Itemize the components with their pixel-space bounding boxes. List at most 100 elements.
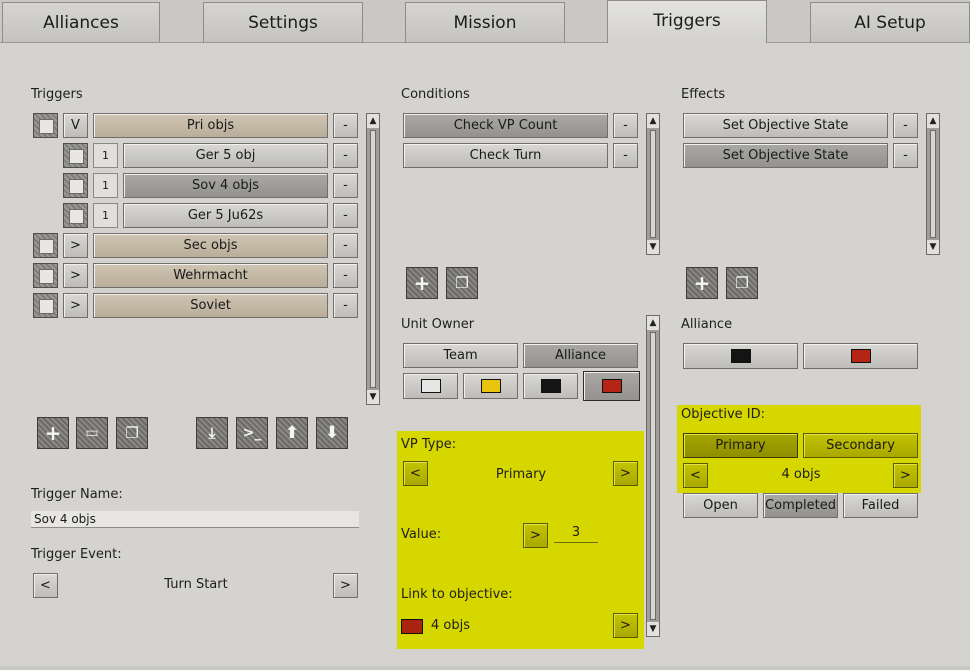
trigger-event-value: Turn Start — [164, 577, 228, 592]
owner-color-yellow-button[interactable] — [463, 373, 518, 399]
vp-value-next-button[interactable]: > — [523, 523, 548, 548]
scroll-thumb[interactable] — [930, 130, 936, 238]
condition-item-check-vp-count[interactable]: Check VP Count — [403, 113, 608, 138]
scroll-thumb[interactable] — [370, 130, 376, 388]
import-trigger-button[interactable]: ⤓ — [196, 417, 228, 449]
trigger-item-ger-5-obj[interactable]: Ger 5 obj — [123, 143, 328, 168]
trigger-remove-button[interactable]: - — [333, 113, 358, 138]
scroll-down-icon[interactable]: ▼ — [367, 390, 379, 404]
trigger-checkbox[interactable] — [33, 263, 58, 288]
objective-color-swatch — [401, 619, 423, 634]
trigger-checkbox[interactable] — [33, 293, 58, 318]
objective-state-open-button[interactable]: Open — [683, 493, 758, 518]
effect-remove-button[interactable]: - — [893, 113, 918, 138]
unit-owner-alliance-button[interactable]: Alliance — [523, 343, 638, 368]
trigger-remove-button[interactable]: - — [333, 203, 358, 228]
triggers-scrollbar[interactable]: ▲ ▼ — [366, 113, 380, 405]
vp-type-next-button[interactable]: > — [613, 461, 638, 486]
scroll-down-icon[interactable]: ▼ — [647, 240, 659, 254]
unit-owner-team-button[interactable]: Team — [403, 343, 518, 368]
objective-state-failed-button[interactable]: Failed — [843, 493, 918, 518]
unit-owner-heading: Unit Owner — [401, 317, 475, 332]
scroll-down-icon[interactable]: ▼ — [647, 622, 659, 636]
add-trigger-button[interactable]: + — [37, 417, 69, 449]
trigger-expand-button[interactable]: > — [63, 263, 88, 288]
trigger-item-pri-objs[interactable]: Pri objs — [93, 113, 328, 138]
vp-value-label: Value: — [401, 527, 442, 542]
tab-mission[interactable]: Mission — [405, 2, 565, 42]
owner-color-black-button[interactable] — [523, 373, 578, 399]
move-up-button[interactable]: ⬆ — [276, 417, 308, 449]
owner-color-red-button[interactable] — [583, 371, 640, 401]
objective-prev-button[interactable]: < — [683, 463, 708, 488]
trigger-expand-button[interactable]: V — [63, 113, 88, 138]
link-objective-next-button[interactable]: > — [613, 613, 638, 638]
trigger-checkbox[interactable] — [63, 143, 88, 168]
tab-alliances[interactable]: Alliances — [2, 2, 160, 42]
vp-type-value: Primary — [495, 467, 547, 482]
scroll-up-icon[interactable]: ▲ — [647, 114, 659, 128]
add-condition-button[interactable]: + — [406, 267, 438, 299]
scroll-thumb[interactable] — [650, 332, 656, 620]
trigger-checkbox[interactable] — [33, 113, 58, 138]
objective-state-completed-button[interactable]: Completed — [763, 493, 838, 518]
owner-color-white-button[interactable] — [403, 373, 458, 399]
objective-next-button[interactable]: > — [893, 463, 918, 488]
effect-item-set-objective-state[interactable]: Set Objective State — [683, 113, 888, 138]
scroll-up-icon[interactable]: ▲ — [927, 114, 939, 128]
alliance-color-red-button[interactable] — [803, 343, 918, 369]
conditions-heading: Conditions — [401, 87, 470, 102]
scroll-up-icon[interactable]: ▲ — [367, 114, 379, 128]
trigger-item-ger-5-ju62s[interactable]: Ger 5 Ju62s — [123, 203, 328, 228]
condition-item-check-turn[interactable]: Check Turn — [403, 143, 608, 168]
add-effect-button[interactable]: + — [686, 267, 718, 299]
tab-settings[interactable]: Settings — [203, 2, 363, 42]
trigger-expand-button[interactable]: > — [63, 233, 88, 258]
effect-remove-button[interactable]: - — [893, 143, 918, 168]
console-button[interactable]: >_ — [236, 417, 268, 449]
trigger-remove-button[interactable]: - — [333, 263, 358, 288]
scroll-down-icon[interactable]: ▼ — [927, 240, 939, 254]
move-down-button[interactable]: ⬇ — [316, 417, 348, 449]
scroll-up-icon[interactable]: ▲ — [647, 316, 659, 330]
alliance-color-black-button[interactable] — [683, 343, 798, 369]
trigger-checkbox[interactable] — [63, 173, 88, 198]
effect-item-set-objective-state[interactable]: Set Objective State — [683, 143, 888, 168]
trigger-remove-button[interactable]: - — [333, 143, 358, 168]
condition-remove-button[interactable]: - — [613, 143, 638, 168]
scroll-thumb[interactable] — [650, 130, 656, 238]
trigger-name-input[interactable]: Sov 4 objs — [31, 511, 359, 528]
trigger-item-wehrmacht[interactable]: Wehrmacht — [93, 263, 328, 288]
vp-type-prev-button[interactable]: < — [403, 461, 428, 486]
trigger-checkbox[interactable] — [63, 203, 88, 228]
objective-secondary-button[interactable]: Secondary — [803, 433, 918, 458]
alliance-heading: Alliance — [681, 317, 733, 332]
vp-value-input[interactable]: 3 — [554, 525, 598, 543]
add-folder-button[interactable]: ▭ — [76, 417, 108, 449]
trigger-item-sec-objs[interactable]: Sec objs — [93, 233, 328, 258]
copy-effect-button[interactable]: ❐ — [726, 267, 758, 299]
trigger-expand-button[interactable]: > — [63, 293, 88, 318]
trigger-remove-button[interactable]: - — [333, 293, 358, 318]
trigger-event-prev-button[interactable]: < — [33, 573, 58, 598]
trigger-checkbox[interactable] — [33, 233, 58, 258]
copy-condition-button[interactable]: ❐ — [446, 267, 478, 299]
copy-trigger-button[interactable]: ❐ — [116, 417, 148, 449]
trigger-order-number: 1 — [93, 173, 118, 198]
trigger-event-next-button[interactable]: > — [333, 573, 358, 598]
conditions-scrollbar[interactable]: ▲ ▼ — [646, 113, 660, 255]
tab-ai-setup[interactable]: AI Setup — [810, 2, 970, 42]
objective-primary-button[interactable]: Primary — [683, 433, 798, 458]
effects-scrollbar[interactable]: ▲ ▼ — [926, 113, 940, 255]
link-to-objective-value: 4 objs — [431, 618, 470, 633]
color-swatch — [731, 349, 751, 363]
trigger-remove-button[interactable]: - — [333, 233, 358, 258]
trigger-remove-button[interactable]: - — [333, 173, 358, 198]
trigger-item-sov-4-objs[interactable]: Sov 4 objs — [123, 173, 328, 198]
effects-heading: Effects — [681, 87, 726, 102]
condition-remove-button[interactable]: - — [613, 113, 638, 138]
trigger-item-soviet[interactable]: Soviet — [93, 293, 328, 318]
condition-detail-scrollbar[interactable]: ▲ ▼ — [646, 315, 660, 637]
trigger-order-number: 1 — [93, 143, 118, 168]
tab-triggers[interactable]: Triggers — [607, 0, 767, 43]
